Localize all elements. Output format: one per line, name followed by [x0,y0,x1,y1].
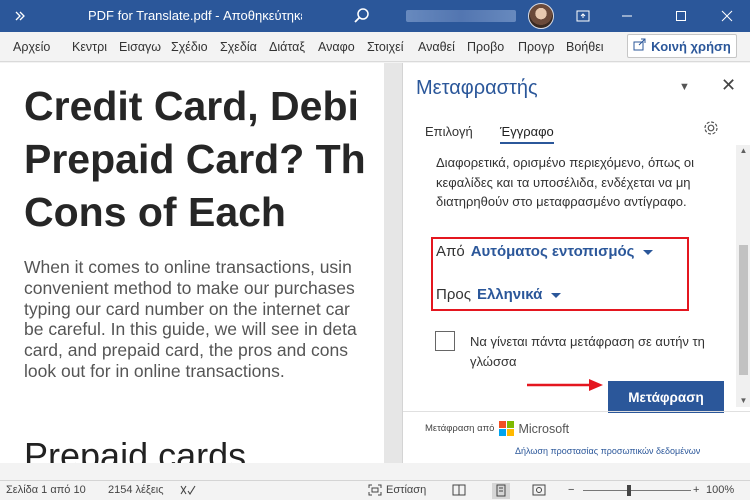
from-label: Από [436,243,465,260]
tab-document[interactable]: Έγγραφο [500,124,554,144]
share-label: Κοινή χρήση [651,38,731,54]
page-count[interactable]: Σελίδα 1 από 10 [6,484,86,496]
to-label: Προς [436,286,471,303]
tab-home[interactable]: Κεντρι [72,32,116,62]
web-layout-icon[interactable] [532,484,546,499]
account-name-redacted[interactable] [406,10,516,22]
tab-file[interactable]: Αρχείο [13,32,59,62]
ribbon-display-options-icon[interactable] [566,0,600,32]
title-line: Cons of Each [24,189,286,235]
document-title[interactable]: Credit Card, Debi Prepaid Card? Th Cons … [24,80,384,239]
body-line: convenient method to make our purchases [24,277,355,298]
window-title: PDF for Translate.pdf - Αποθηκεύτηκε [88,8,302,23]
translate-button[interactable]: Μετάφραση [608,381,724,413]
powered-by-label: Μετάφραση από [425,423,495,434]
chevron-down-icon[interactable] [643,249,654,255]
tab-insert[interactable]: Εισαγω [119,32,165,62]
quick-access-more-icon[interactable] [0,0,40,32]
body-line: card, and prepaid card, the pros and con… [24,340,348,361]
body-line: When it comes to online transactions, us… [24,257,352,277]
from-language-select[interactable]: Αυτόματος εντοπισμός [471,243,635,260]
zoom-out-button[interactable]: − [568,484,574,496]
powered-by: Μετάφραση από Microsoft [425,421,569,436]
tab-review[interactable]: Αναθεί [418,32,462,62]
title-line: Credit Card, Debi [24,83,359,129]
info-text: Διαφορετικά, ορισμένο περιεχόμενο, όπως … [436,155,694,209]
title-line: Prepaid Card? Th [24,136,366,182]
chevron-down-icon[interactable] [551,292,562,298]
pane-close-button[interactable]: ✕ [721,75,736,96]
zoom-level[interactable]: 100% [706,484,734,496]
pane-title: Μεταφραστής [416,77,538,99]
to-language-row[interactable]: Προς Ελληνικά [436,286,562,303]
tab-mailings[interactable]: Στοιχεί [367,32,413,62]
translator-pane: Μεταφραστής ▼ ✕ Επιλογή Έγγραφο Διαφορετ… [402,63,750,463]
maximize-button[interactable] [664,0,698,32]
zoom-slider[interactable] [583,490,691,491]
read-mode-icon[interactable] [452,484,466,499]
gear-icon[interactable] [702,119,720,137]
pane-scrollbar[interactable]: ▲ ▼ [736,145,750,407]
document-margin [384,63,402,463]
pane-options-icon[interactable]: ▼ [679,81,690,93]
share-icon [633,38,646,54]
scroll-down-icon[interactable]: ▼ [736,395,750,407]
word-count[interactable]: 2154 λέξεις [108,484,164,496]
tab-layout[interactable]: Σχεδία [220,32,264,62]
share-button[interactable]: Κοινή χρήση [627,34,737,58]
zoom-in-button[interactable]: + [693,484,699,496]
red-arrow-annotation [527,379,603,391]
focus-icon[interactable] [368,484,382,499]
body-line: look out for in online transactions. [24,360,285,381]
print-layout-icon[interactable] [492,483,510,499]
scroll-thumb[interactable] [739,245,748,375]
to-language-select[interactable]: Ελληνικά [477,286,542,303]
minimize-button[interactable] [610,0,644,32]
document-heading: Prepaid cards [24,435,247,463]
proofing-icon[interactable] [180,484,196,499]
tab-selection[interactable]: Επιλογή [425,124,473,139]
title-bar: PDF for Translate.pdf - Αποθηκεύτηκε [0,0,750,32]
body-line: be careful. In this guide, we will see i… [24,319,357,340]
zoom-slider-thumb[interactable] [627,485,631,496]
tab-references[interactable]: Αναφο [318,32,362,62]
tab-layout-2[interactable]: Διάταξ [269,32,311,62]
status-bar: Σελίδα 1 από 10 2154 λέξεις Εστίαση − + … [0,480,750,500]
document-page[interactable]: Credit Card, Debi Prepaid Card? Th Cons … [0,63,384,463]
from-language-row[interactable]: Από Αυτόματος εντοπισμός [436,243,654,260]
tab-help[interactable]: Βοήθει [566,32,612,62]
provider-name: Microsoft [518,421,570,436]
body-line: typing our card number on the internet c… [24,298,350,319]
close-button[interactable] [710,0,744,32]
microsoft-logo-icon [499,421,515,436]
tab-view[interactable]: Προβο [467,32,511,62]
document-body[interactable]: When it comes to online transactions, us… [24,257,384,382]
tab-design[interactable]: Σχέδιο [171,32,213,62]
scroll-up-icon[interactable]: ▲ [736,145,750,157]
avatar[interactable] [528,3,554,29]
privacy-link[interactable]: Δήλωση προστασίας προσωπικών δεδομένων [515,446,700,456]
pane-divider [403,411,750,412]
always-translate-label[interactable]: Να γίνεται πάντα μετάφραση σε αυτήν τη γ… [470,332,730,372]
search-icon[interactable] [352,6,376,26]
always-translate-checkbox[interactable] [435,331,455,351]
tab-developer[interactable]: Προγρ [518,32,562,62]
focus-label[interactable]: Εστίαση [386,484,426,496]
